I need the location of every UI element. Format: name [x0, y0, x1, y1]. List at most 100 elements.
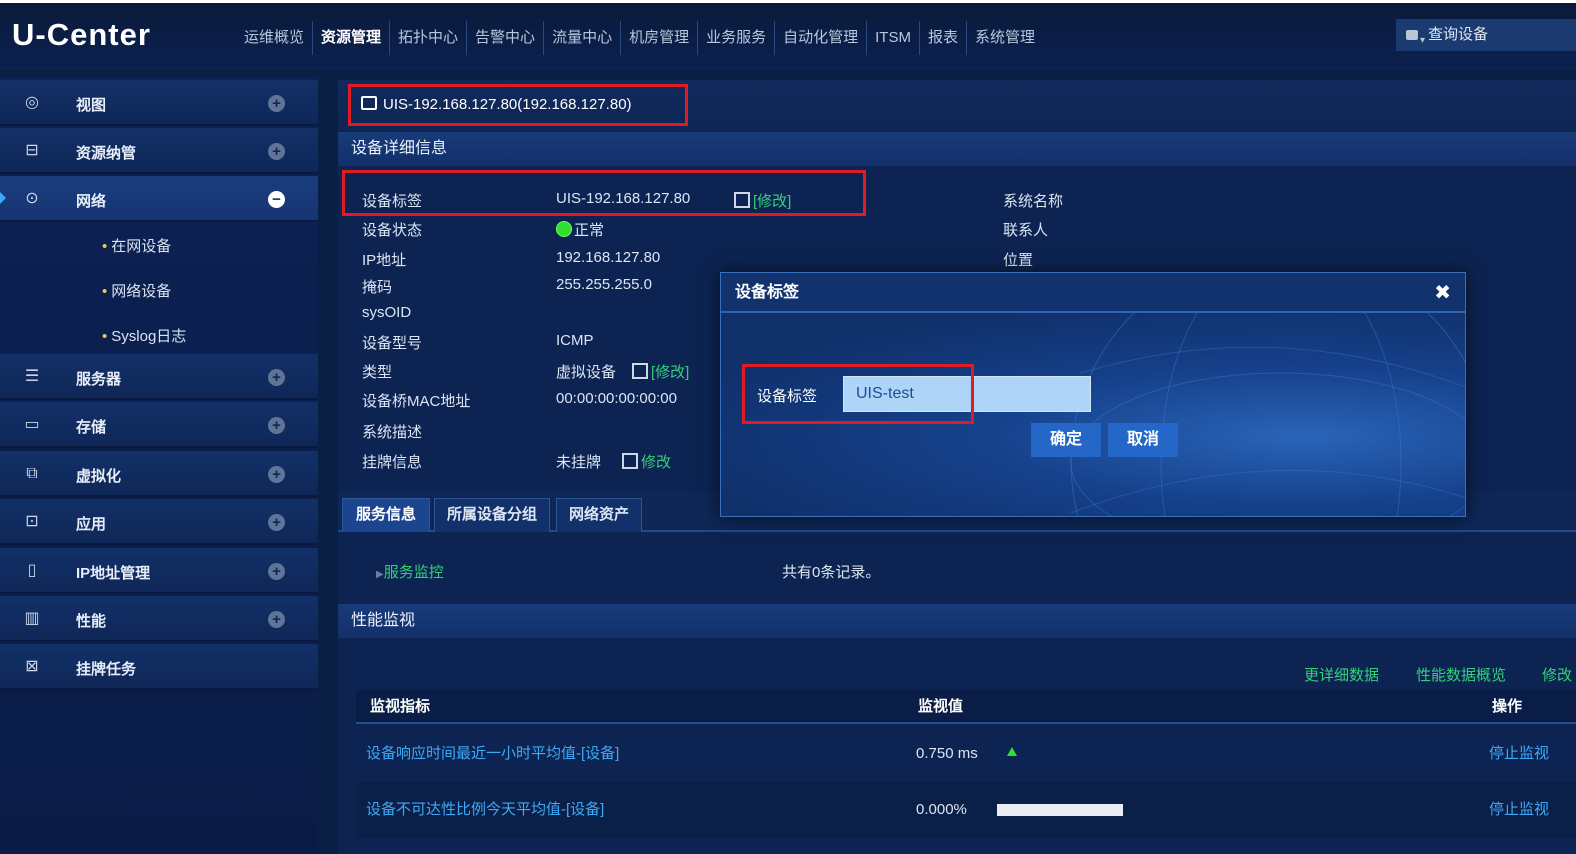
sidebar-item-virtualization[interactable]: ⧉ 虚拟化 + [0, 451, 318, 497]
sidebar-subitem-label: 网络设备 [111, 283, 172, 300]
expand-icon[interactable]: + [268, 143, 285, 160]
top-bar: U-Center 运维概览 资源管理 拓扑中心 告警中心 流量中心 机房管理 业… [0, 0, 1576, 70]
triangle-right-icon: ▶ [376, 569, 384, 580]
sidebar-item-resource-onboarding[interactable]: ⊟ 资源纳管 + [0, 128, 318, 174]
nav-item-resource-management[interactable]: 资源管理 [313, 21, 391, 55]
sidebar-item-server[interactable]: ☰ 服务器 + [0, 354, 318, 400]
metric-value: 0.000% [916, 801, 967, 818]
storage-icon: ▭ [24, 416, 40, 433]
edit-icon [632, 363, 648, 379]
sidebar-item-label: 应用 [76, 516, 107, 533]
expand-icon[interactable]: + [268, 417, 285, 434]
value-ip-address: 192.168.127.80 [556, 249, 661, 266]
device-detail-section-title: 设备详细信息 [338, 132, 1576, 166]
ip-management-icon: ▯ [27, 562, 37, 579]
sidebar-item-tagging-task[interactable]: ⊠ 挂牌任务 [0, 644, 318, 690]
sidebar-item-label: 服务器 [76, 371, 122, 388]
tab-device-group[interactable]: 所属设备分组 [434, 498, 550, 532]
nav-item-traffic[interactable]: 流量中心 [544, 21, 622, 55]
application-icon: ⊡ [25, 513, 39, 530]
label-bridge-mac: 设备桥MAC地址 [362, 393, 471, 410]
metric-value: 0.750 ms [916, 745, 978, 762]
nav-item-report[interactable]: 报表 [920, 21, 967, 55]
metric-link[interactable]: 设备响应时间最近一小时平均值-[设备] [366, 726, 619, 782]
service-monitor-link[interactable]: ▶服务监控 [376, 561, 444, 582]
nav-item-system[interactable]: 系统管理 [967, 21, 1043, 55]
sidebar-item-view[interactable]: ◎ 视图 + [0, 80, 318, 126]
bullet-icon: • [102, 283, 108, 300]
bullet-icon: • [102, 328, 108, 345]
nav-item-topology[interactable]: 拓扑中心 [390, 21, 468, 55]
cancel-button[interactable]: 取消 [1108, 423, 1178, 457]
sidebar-subitem-label: Syslog日志 [111, 328, 187, 345]
value-tag-info: 未挂牌 [556, 454, 602, 471]
tagging-task-icon: ⊠ [25, 658, 39, 675]
expand-icon[interactable]: + [268, 95, 285, 112]
network-icon: ⊙ [25, 190, 39, 207]
sidebar-item-label: 资源纳管 [76, 145, 137, 162]
label-tag-info: 挂牌信息 [362, 454, 423, 471]
modify-type-link[interactable]: [修改] [632, 361, 689, 382]
value-bridge-mac: 00:00:00:00:00:00 [556, 390, 677, 407]
expand-icon[interactable]: + [268, 563, 285, 580]
sidebar-subitem-online-devices[interactable]: • 在网设备 [102, 235, 171, 256]
edit-icon [622, 453, 638, 469]
sidebar-item-application[interactable]: ⊡ 应用 + [0, 499, 318, 545]
tab-network-assets[interactable]: 网络资产 [556, 498, 642, 532]
expand-icon[interactable]: + [268, 514, 285, 531]
service-monitor-text: 服务监控 [383, 564, 444, 581]
nav-item-datacenter[interactable]: 机房管理 [621, 21, 699, 55]
service-panel [338, 534, 1576, 600]
sidebar-item-label: 存储 [76, 419, 107, 436]
sidebar-item-label: 性能 [76, 613, 107, 630]
expand-icon[interactable]: + [268, 611, 285, 628]
nav-item-automation[interactable]: 自动化管理 [775, 21, 868, 55]
briefcase-icon: ⊟ [25, 142, 39, 159]
sidebar-item-ip-management[interactable]: ▯ IP地址管理 + [0, 548, 318, 594]
app-logo: U-Center [12, 17, 151, 52]
nav-item-alarm[interactable]: 告警中心 [467, 21, 545, 55]
perf-modify-link[interactable]: 修改 [1542, 664, 1572, 685]
column-header-metric: 监视指标 [370, 698, 431, 715]
nav-item-itsm[interactable]: ITSM [867, 21, 920, 55]
modify-link-text: [修改] [651, 364, 690, 381]
dialog-title: 设备标签 [721, 273, 1465, 313]
sidebar-item-network[interactable]: ⊙ 网络 − [0, 176, 318, 222]
value-device-status: 正常 [556, 219, 604, 240]
performance-overview-link[interactable]: 性能数据概览 [1416, 664, 1506, 685]
close-icon[interactable]: ✖ [1434, 273, 1451, 313]
column-header-action: 操作 [1492, 698, 1523, 715]
label-netmask: 掩码 [362, 279, 393, 296]
query-device-button[interactable]: 查询设备 [1396, 19, 1576, 57]
modify-tag-info-link[interactable]: 修改 [622, 451, 671, 472]
sidebar-subitem-syslog[interactable]: • Syslog日志 [102, 325, 186, 346]
sidebar-subitem-network-devices[interactable]: • 网络设备 [102, 280, 171, 301]
value-netmask: 255.255.255.0 [556, 276, 652, 293]
tab-service-info[interactable]: 服务信息 [342, 498, 430, 532]
stop-monitor-link[interactable]: 停止监视 [1489, 782, 1549, 838]
sidebar-item-performance[interactable]: ▥ 性能 + [0, 596, 318, 642]
expand-icon[interactable]: + [268, 369, 285, 386]
label-system-description: 系统描述 [362, 424, 423, 441]
device-icon [361, 96, 377, 110]
status-text: 正常 [574, 222, 605, 239]
metric-link[interactable]: 设备不可达性比例今天平均值-[设备] [366, 782, 604, 838]
sidebar-item-label: 虚拟化 [76, 468, 122, 485]
collapse-icon[interactable]: − [268, 191, 285, 208]
performance-section-title: 性能监视 [338, 604, 1576, 638]
table-row: 设备响应时间最近一小时平均值-[设备] 0.750 ms 停止监视 [356, 726, 1576, 782]
stop-monitor-link[interactable]: 停止监视 [1489, 726, 1549, 782]
device-title-text: UIS-192.168.127.80(192.168.127.80) [383, 96, 632, 113]
more-details-link[interactable]: 更详细数据 [1304, 664, 1379, 685]
perf-table-header: 监视指标 监视值 操作 [356, 690, 1576, 724]
table-row: 设备不可达性比例今天平均值-[设备] 0.000% 停止监视 [356, 782, 1576, 838]
confirm-button[interactable]: 确定 [1031, 423, 1101, 457]
trend-up-icon [1007, 747, 1017, 756]
sidebar-item-storage[interactable]: ▭ 存储 + [0, 402, 318, 448]
device-title: UIS-192.168.127.80(192.168.127.80) [348, 84, 688, 126]
sidebar-item-label: 视图 [76, 97, 107, 114]
value-type: 虚拟设备 [556, 364, 617, 381]
nav-item-business-service[interactable]: 业务服务 [698, 21, 776, 55]
expand-icon[interactable]: + [268, 466, 285, 483]
nav-item-ops-overview[interactable]: 运维概览 [236, 21, 314, 55]
